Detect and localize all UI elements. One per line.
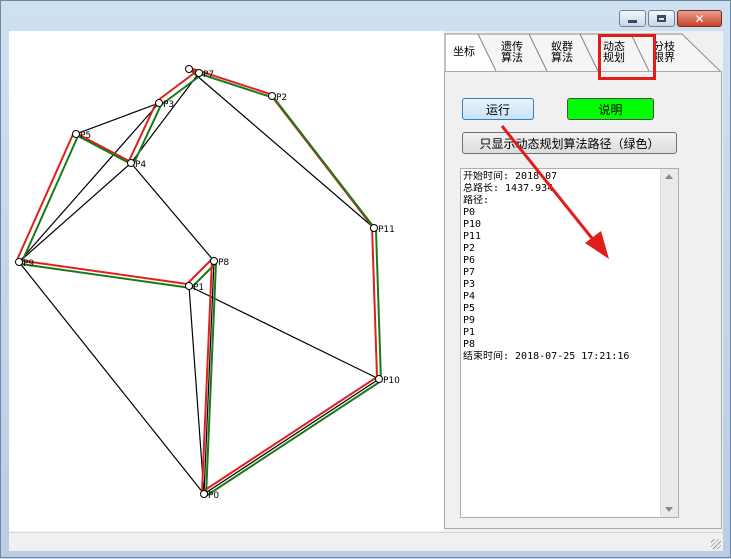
run-button[interactable]: 运行 [462,98,534,120]
app-window: ✕ P0 P10 P11 P2 P7 P3 P4 P5 P9 P1 P8 坐标 遗传 算法 蚁群 算法 … [0,0,731,558]
city-label: P1 [193,283,204,293]
city-point [127,159,135,167]
log-scrollbar[interactable] [660,169,678,517]
log-line: P7 [463,267,476,278]
city-point [200,490,208,498]
edge-line [130,162,215,262]
dynamic-path-segment [20,135,79,265]
log-line: P3 [463,279,476,290]
log-line: P1 [463,327,476,338]
highlight-box [598,34,656,80]
city-label: P0 [208,491,219,501]
dynamic-path-segment [205,380,382,497]
dynamic-programming-panel: 运行 说明 只显示动态规划算法路径（绿色） 开始时间: 2018-07 总路长: … [444,71,722,529]
edge-line [203,378,380,495]
scroll-down-icon[interactable] [665,507,673,512]
edge-line [18,102,160,263]
dynamic-path-segment [132,104,162,166]
genetic-path-segment [201,376,378,493]
city-point [72,130,80,138]
show-dynamic-only-button[interactable]: 只显示动态规划算法路径（绿色） [462,132,677,154]
city-point [15,258,23,266]
window-controls: ✕ [619,10,722,27]
client-area: P0 P10 P11 P2 P7 P3 P4 P5 P9 P1 P8 坐标 遗传 算法 蚁群 算法 动态… [9,31,723,551]
city-point [375,375,383,383]
log-line: 总路长: 1437.934 [463,183,554,194]
tab-ant-colony[interactable]: 蚁群 算法 [547,41,577,63]
tab-coordinates[interactable]: 坐标 [449,46,479,57]
city-point [370,224,378,232]
maximize-icon[interactable] [648,10,675,27]
city-label: P10 [383,376,400,386]
tab-label: 坐标 [453,45,475,58]
result-log[interactable]: 开始时间: 2018-07 总路长: 1437.934 路径: P0 P10 P11 P2 P… [460,168,679,518]
city-label: P3 [163,100,174,110]
route-plot: P0 P10 P11 P2 P7 P3 P4 P5 P9 P1 P8 [15,65,400,501]
city-label: P7 [203,70,214,80]
minimize-icon[interactable] [619,10,646,27]
city-label: P5 [80,131,91,141]
tab-label: 限界 [653,51,675,64]
log-line: 路径: [463,195,490,206]
tab-label: 算法 [551,51,573,64]
city-point [185,65,193,73]
city-label: P8 [218,258,229,268]
log-line: 结束时间: 2018-07-25 17:21:16 [463,351,630,362]
status-bar [9,532,723,551]
tab-label: 算法 [501,51,523,64]
city-label: P11 [378,225,395,235]
city-point [268,92,276,100]
city-label: P9 [23,259,34,269]
log-line: P8 [463,339,476,350]
log-list: 开始时间: 2018-07 总路长: 1437.934 路径: P0 P10 P11 P2 P… [463,171,659,363]
close-icon[interactable]: ✕ [677,10,722,27]
scroll-up-icon[interactable] [665,174,673,179]
log-line: 开始时间: 2018-07 [463,171,558,182]
genetic-path-segment [16,259,188,285]
log-line: P5 [463,303,476,314]
route-canvas: P0 P10 P11 P2 P7 P3 P4 P5 P9 P1 P8 [9,31,444,531]
resize-grip-icon[interactable] [711,539,721,549]
edge-line [75,102,160,135]
city-label: P4 [135,160,146,170]
city-point [185,282,193,290]
edge-line [18,162,132,263]
log-line: P11 [463,231,482,242]
edge-line [188,285,205,495]
city-point [155,99,163,107]
log-line: P10 [463,219,482,230]
dynamic-path-segment [20,263,192,289]
city-label: P2 [276,93,287,103]
log-line: P2 [463,243,476,254]
genetic-path-segment [156,70,198,102]
city-point [210,257,218,265]
dynamic-path-segment [273,97,377,231]
info-button[interactable]: 说明 [567,98,654,120]
genetic-path-segment [128,100,158,162]
edge-line [18,261,205,495]
edge-line [188,285,380,380]
genetic-path-segment [16,131,75,261]
city-point [195,69,203,77]
log-line: P9 [463,315,476,326]
log-line: P6 [463,255,476,266]
tab-genetic-algorithm[interactable]: 遗传 算法 [497,41,527,63]
log-line: P0 [463,207,476,218]
tab-strip [444,33,721,72]
log-line: P4 [463,291,476,302]
